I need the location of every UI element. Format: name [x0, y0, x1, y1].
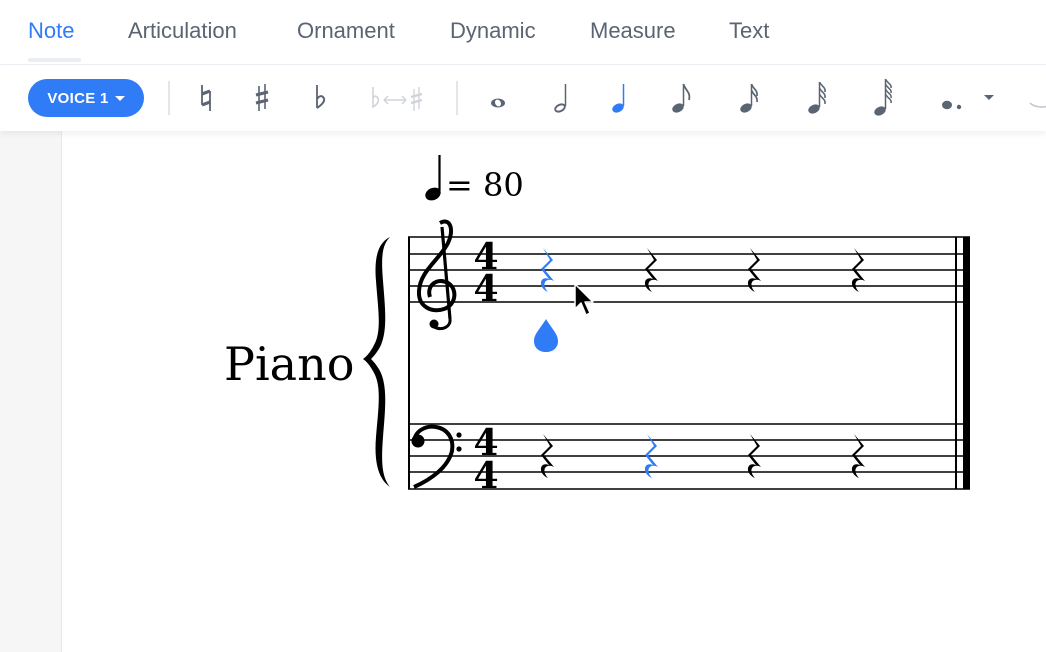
treble-time-signature: 4 4 [473, 236, 498, 310]
tab-dynamic[interactable]: Dynamic [450, 0, 536, 62]
enharmonic-swap-icon[interactable] [366, 75, 426, 121]
whole-note-icon[interactable] [484, 75, 512, 121]
grand-staff-brace [363, 237, 390, 487]
sixty-fourth-note-icon[interactable] [868, 75, 898, 121]
bass-time-signature: 4 4 [473, 422, 498, 497]
score-svg: = 80 Piano 4 4 4 4 [224, 155, 970, 497]
tab-ornament[interactable]: Ornament [297, 0, 395, 62]
mouse-pointer-icon [574, 283, 594, 316]
quarter-note-icon[interactable] [606, 75, 634, 121]
bass-clef-icon [411, 424, 462, 489]
sharp-icon[interactable] [250, 75, 274, 121]
active-tab-indicator [28, 58, 81, 62]
score-canvas[interactable]: = 80 Piano 4 4 4 4 [62, 131, 1046, 652]
chevron-down-icon [114, 95, 125, 101]
toolbar-divider [168, 81, 170, 115]
tab-articulation[interactable]: Articulation [128, 0, 237, 62]
tie-icon[interactable] [1024, 75, 1046, 121]
sixteenth-note-icon[interactable] [734, 75, 764, 121]
eighth-note-icon[interactable] [666, 75, 696, 121]
time-signature-denominator: 4 [473, 455, 498, 497]
score-margin [0, 131, 62, 652]
thirty-second-note-icon[interactable] [802, 75, 832, 121]
tab-text[interactable]: Text [729, 0, 769, 62]
flat-icon[interactable] [308, 75, 332, 121]
tempo-marking[interactable]: = 80 [423, 155, 524, 204]
tempo-value: = 80 [446, 166, 524, 204]
half-note-icon[interactable] [548, 75, 576, 121]
note-toolbar: VOICE 1 [0, 65, 1046, 131]
instrument-name: Piano [224, 337, 354, 391]
final-barline-thick [963, 237, 970, 489]
voice-label: VOICE 1 [47, 89, 109, 107]
toolbar-divider [456, 81, 458, 115]
tab-bar: Note Articulation Ornament Dynamic Measu… [0, 0, 1046, 65]
natural-icon[interactable] [194, 75, 218, 121]
tab-note[interactable]: Note [28, 0, 74, 62]
chevron-down-icon[interactable] [984, 95, 994, 100]
dotted-note-icon[interactable] [936, 75, 968, 121]
tab-measure[interactable]: Measure [590, 0, 676, 62]
time-signature-denominator: 4 [473, 268, 498, 310]
input-cursor-drop-icon[interactable] [534, 319, 558, 352]
voice-dropdown-button[interactable]: VOICE 1 [28, 79, 144, 117]
